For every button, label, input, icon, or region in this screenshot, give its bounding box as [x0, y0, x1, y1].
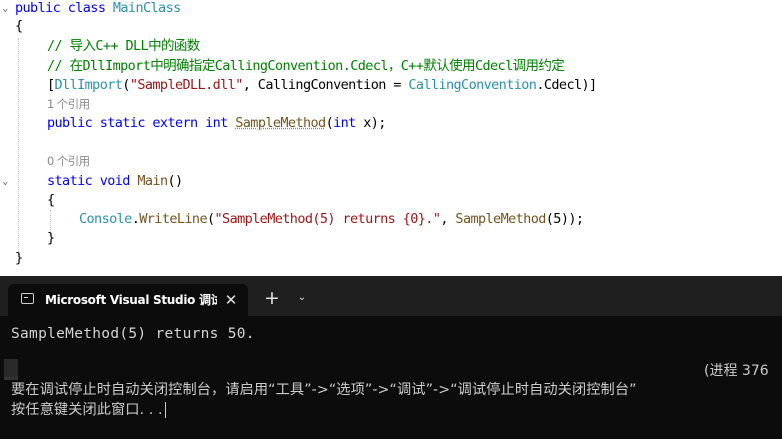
code-text: (5)); — [545, 211, 584, 227]
code-line-main-decl: static void Main() — [47, 172, 183, 191]
reference-count-codelens[interactable]: 1 个引用 — [47, 95, 90, 113]
string-literal: "SampleMethod(5) returns {0}." — [214, 211, 441, 227]
code-line-writeline: Console.WriteLine("SampleMethod(5) retur… — [79, 210, 584, 229]
code-comment: // 在DllImport中明确指定CallingConvention.Cdec… — [47, 58, 565, 74]
string-literal: "SampleDLL.dll" — [129, 77, 244, 93]
keyword: public — [15, 0, 61, 16]
class-name: MainClass — [112, 0, 181, 16]
process-exit-text: (进程 376 — [704, 363, 769, 379]
code-line-brace-open: { — [47, 192, 55, 208]
reference-count-codelens[interactable]: 0 个引用 — [47, 152, 90, 170]
bracket: [ — [47, 77, 55, 93]
paren: ( — [122, 77, 130, 93]
code-comment: // 导入C++ DLL中的函数 — [47, 38, 200, 54]
code-line-brace-close: } — [15, 250, 23, 266]
paren: ( — [206, 211, 215, 227]
console-icon — [21, 293, 34, 304]
bracket: )] — [581, 77, 598, 93]
press-any-key-text: 按任意键关闭此窗口. . . — [11, 402, 163, 418]
code-text: , — [440, 211, 456, 227]
tab-title: Microsoft Visual Studio 调试控 — [45, 293, 217, 307]
indent-guide — [18, 38, 19, 252]
terminal-titlebar[interactable]: Microsoft Visual Studio 调试控 ✕ + ⌄ — [0, 276, 782, 316]
auto-close-hint: 要在调试停止时自动关闭控制台，请启用“工具”->“选项”->“调试”->“调试停… — [11, 382, 637, 398]
method-name: Main — [137, 173, 168, 189]
class-name: Console — [79, 211, 132, 227]
keyword: int — [333, 115, 356, 131]
code-line-extern-decl: public static extern int SampleMethod(in… — [47, 114, 386, 133]
terminal-tab[interactable]: Microsoft Visual Studio 调试控 ✕ — [8, 284, 248, 316]
code-line-brace-open: { — [15, 18, 23, 34]
code-text: , CallingConvention = — [242, 77, 409, 93]
attribute-name: DllImport — [54, 77, 123, 93]
console-window[interactable]: Microsoft Visual Studio 调试控 ✕ + ⌄ Sample… — [0, 276, 782, 439]
code-line-dllimport: [DllImport("SampleDLL.dll", CallingConve… — [47, 76, 597, 95]
keyword: void — [99, 173, 131, 189]
code-editor[interactable]: ⌄ public class MainClass { // 导入C++ DLL中… — [0, 0, 782, 276]
fold-toggle-icon[interactable]: ⌄ — [0, 0, 10, 18]
keyword: class — [67, 0, 106, 16]
code-line-brace-close: } — [47, 230, 55, 246]
method-name[interactable]: SampleMethod — [235, 115, 326, 131]
method-name: SampleMethod — [455, 211, 546, 227]
keyword: int — [205, 115, 228, 131]
chevron-down-icon[interactable]: ⌄ — [292, 288, 312, 308]
keyword: static — [99, 115, 146, 131]
new-tab-button[interactable]: + — [262, 288, 282, 308]
enum-type: CallingConvention — [408, 77, 537, 93]
fold-toggle-icon[interactable]: ⌄ — [0, 172, 10, 191]
keyword: public — [47, 115, 93, 131]
paren: ( — [325, 115, 334, 131]
press-any-key-line: 按任意键关闭此窗口. . . — [11, 400, 166, 420]
enum-value: .Cdecl — [536, 77, 582, 93]
text-cursor — [164, 402, 166, 418]
close-icon[interactable]: ✕ — [222, 290, 240, 310]
keyword: static — [47, 173, 93, 189]
program-output: SampleMethod(5) returns 50. — [11, 326, 255, 342]
selection-artifact — [4, 359, 18, 377]
keyword: extern — [152, 115, 198, 131]
paren: () — [167, 173, 183, 189]
method-name: WriteLine — [139, 211, 207, 227]
code-text: x); — [355, 115, 386, 131]
code-line-class-decl: public class MainClass — [15, 0, 181, 18]
